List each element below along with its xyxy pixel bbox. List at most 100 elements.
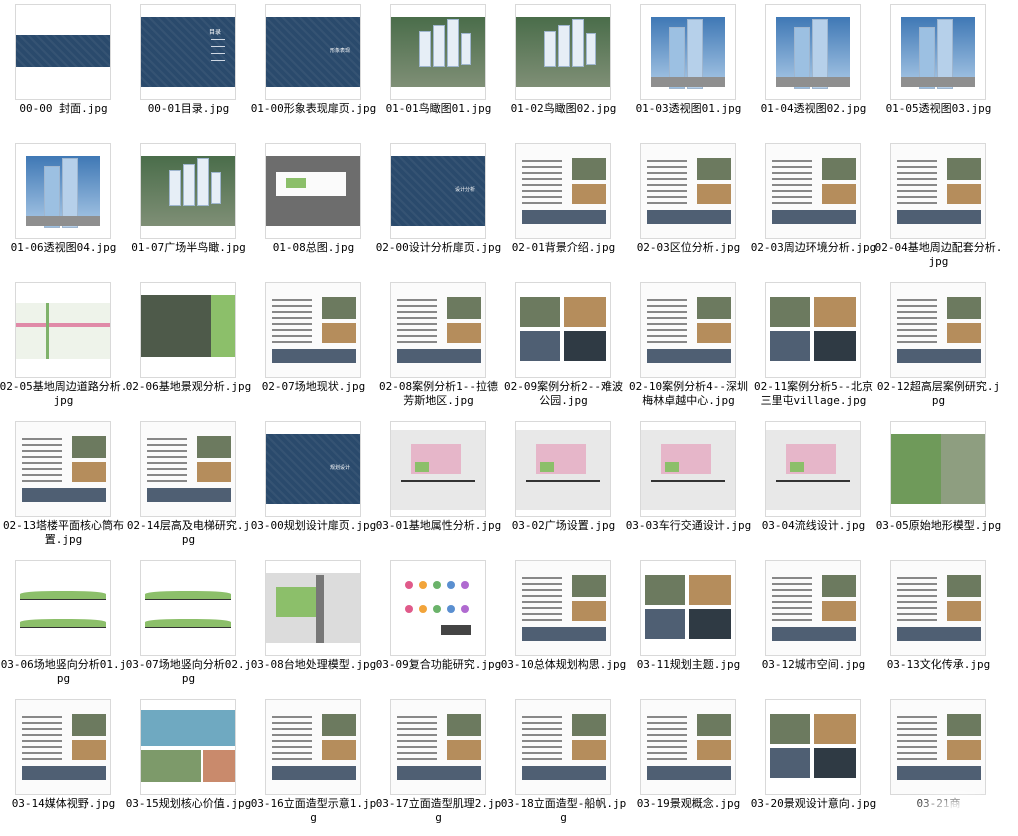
file-thumbnail[interactable] [15,560,111,656]
file-item[interactable]: 01-03透视图01.jpg [626,2,751,141]
file-item[interactable]: 设计分析 02-00设计分析扉页.jpg [376,141,501,280]
file-thumbnail[interactable] [265,699,361,795]
file-item[interactable]: 03-05原始地形模型.jpg [876,419,1001,558]
file-item[interactable]: 02-03周边环境分析.jpg [751,141,876,280]
file-thumbnail[interactable] [390,4,486,100]
file-item[interactable]: 03-18立面造型-船帆.jpg [501,697,626,836]
file-item[interactable]: 02-05基地周边道路分析.jpg [0,280,127,419]
file-thumbnail[interactable] [890,560,986,656]
file-item[interactable]: 01-04透视图02.jpg [751,2,876,141]
file-thumbnail[interactable] [890,143,986,239]
file-item[interactable]: 规划设计 03-00规划设计扉页.jpg [251,419,376,558]
file-thumbnail[interactable] [265,143,361,239]
file-item[interactable]: 01-01鸟瞰图01.jpg [376,2,501,141]
toc-label: 目录 [209,29,222,36]
file-thumbnail[interactable] [890,282,986,378]
file-item[interactable]: 03-13文化传承.jpg [876,558,1001,697]
file-item[interactable]: 03-14媒体视野.jpg [1,697,126,836]
file-thumbnail[interactable]: 设计分析 [390,143,486,239]
file-item[interactable]: 03-03车行交通设计.jpg [626,419,751,558]
file-item[interactable]: 03-11规划主题.jpg [626,558,751,697]
file-thumbnail[interactable] [890,4,986,100]
file-thumbnail[interactable] [640,143,736,239]
file-thumbnail[interactable]: 形象表现 [265,4,361,100]
file-item[interactable]: 03-12城市空间.jpg [751,558,876,697]
file-thumbnail[interactable] [765,699,861,795]
file-item[interactable]: 03-19景观概念.jpg [626,697,751,836]
file-thumbnail[interactable] [890,699,986,795]
file-item[interactable]: 03-02广场设置.jpg [501,419,626,558]
file-thumbnail[interactable] [140,699,236,795]
file-thumbnail[interactable] [515,282,611,378]
file-thumbnail[interactable] [765,4,861,100]
file-thumbnail[interactable]: 规划设计 [265,421,361,517]
file-item[interactable]: 02-12超高层案例研究.jpg [876,280,1001,419]
file-thumbnail[interactable] [765,560,861,656]
file-thumbnail[interactable] [15,421,111,517]
file-item[interactable]: 02-01背景介绍.jpg [501,141,626,280]
file-item[interactable]: 03-08台地处理模型.jpg [251,558,376,697]
file-item[interactable]: 02-07场地现状.jpg [251,280,376,419]
file-thumbnail[interactable] [390,282,486,378]
file-item[interactable]: 01-08总图.jpg [251,141,376,280]
file-thumbnail[interactable] [15,4,111,100]
file-thumbnail[interactable] [640,560,736,656]
file-thumbnail[interactable] [15,699,111,795]
file-item[interactable]: 01-07广场半鸟瞰.jpg [126,141,251,280]
file-thumbnail[interactable] [15,282,111,378]
file-item[interactable]: 03-15规划核心价值.jpg [126,697,251,836]
file-name-label: 00-00 封面.jpg [19,102,108,115]
file-thumbnail[interactable] [640,421,736,517]
file-name-label: 03-08台地处理模型.jpg [250,658,377,671]
file-item[interactable]: 02-11案例分析5--北京三里屯village.jpg [751,280,876,419]
file-thumbnail[interactable] [640,699,736,795]
file-thumbnail[interactable] [765,421,861,517]
file-thumbnail[interactable] [515,560,611,656]
file-thumbnail[interactable] [890,421,986,517]
file-thumbnail[interactable] [390,560,486,656]
file-item[interactable]: 02-06基地景观分析.jpg [126,280,251,419]
file-item[interactable]: 03-06场地竖向分析01.jpg [1,558,126,697]
file-thumbnail[interactable] [265,282,361,378]
file-item[interactable]: 03-09复合功能研究.jpg [376,558,501,697]
file-item[interactable]: 02-13塔楼平面核心筒布置.jpg [1,419,126,558]
file-item[interactable]: 00-00 封面.jpg [1,2,126,141]
file-thumbnail[interactable] [640,4,736,100]
file-item[interactable]: 01-06透视图04.jpg [1,141,126,280]
file-item[interactable]: 03-17立面造型肌理2.jpg [376,697,501,836]
file-item[interactable]: 02-04基地周边配套分析.jpg [875,141,1002,280]
file-thumbnail[interactable] [640,282,736,378]
file-thumbnail[interactable] [765,143,861,239]
file-item[interactable]: 03-10总体规划构思.jpg [501,558,626,697]
file-thumbnail[interactable] [15,143,111,239]
file-thumbnail[interactable] [140,282,236,378]
file-item[interactable]: 02-03区位分析.jpg [626,141,751,280]
file-thumbnail[interactable]: 目录 [140,4,236,100]
file-item[interactable]: 03-07场地竖向分析02.jpg [126,558,251,697]
file-name-label: 03-07场地竖向分析02.jpg [125,658,252,685]
file-item[interactable]: 01-05透视图03.jpg [876,2,1001,141]
file-thumbnail[interactable] [140,560,236,656]
file-thumbnail[interactable] [140,421,236,517]
file-item[interactable]: 03-16立面造型示意1.jpg [251,697,376,836]
file-item[interactable]: 02-10案例分析4--深圳梅林卓越中心.jpg [626,280,751,419]
file-item[interactable]: 02-08案例分析1--拉德芳斯地区.jpg [376,280,501,419]
file-item[interactable]: 形象表现 01-00形象表现扉页.jpg [251,2,376,141]
file-thumbnail[interactable] [140,143,236,239]
file-item[interactable]: 01-02鸟瞰图02.jpg [501,2,626,141]
file-item[interactable]: 02-09案例分析2--难波公园.jpg [501,280,626,419]
file-thumbnail[interactable] [265,560,361,656]
file-thumbnail[interactable] [765,282,861,378]
file-item[interactable]: 02-14层高及电梯研究.jpg [126,419,251,558]
file-item[interactable]: 03-04流线设计.jpg [751,419,876,558]
file-item[interactable]: 03-01基地属性分析.jpg [376,419,501,558]
file-thumbnail[interactable] [515,143,611,239]
file-thumbnail[interactable] [515,421,611,517]
file-thumbnail[interactable] [515,4,611,100]
file-name-label: 02-10案例分析4--深圳梅林卓越中心.jpg [629,380,748,407]
file-item[interactable]: 03-20景观设计意向.jpg [751,697,876,836]
file-thumbnail[interactable] [515,699,611,795]
file-thumbnail[interactable] [390,699,486,795]
file-thumbnail[interactable] [390,421,486,517]
file-item[interactable]: 目录 00-01目录.jpg [126,2,251,141]
